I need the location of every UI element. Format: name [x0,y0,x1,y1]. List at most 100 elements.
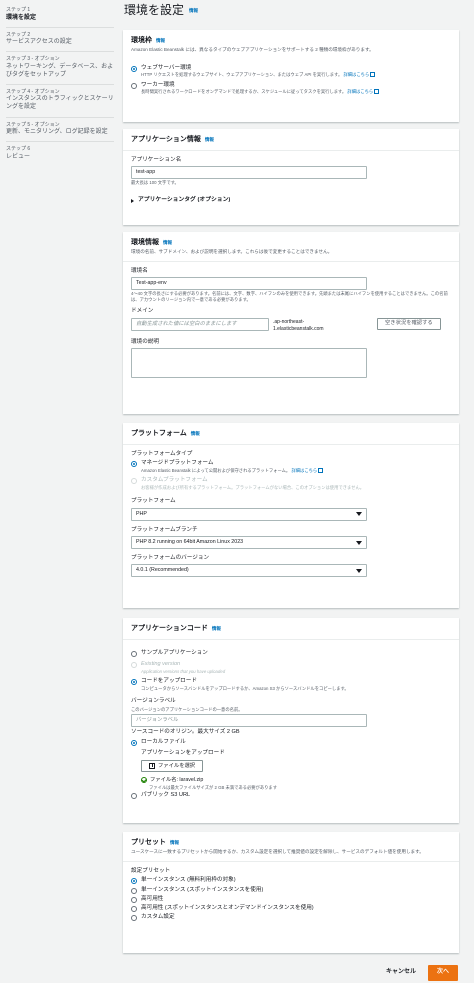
option-description: Amazon Elastic Beanstalk によって公開および保守されるプ… [141,467,291,473]
field-hint: このバージョンのアプリケーションコードの一意の名前。 [131,706,243,712]
panel-title: アプリケーションコード [131,625,208,632]
step-2[interactable]: ステップ 2 サービスアクセスの設定 [6,28,114,53]
info-link[interactable]: 情報 [189,8,198,14]
option-label: コードをアップロード [141,678,197,685]
field-label: プラットフォームブランチ [131,526,198,533]
info-link[interactable]: 情報 [156,38,165,44]
learn-more-link[interactable]: 詳細はこちら [347,89,373,94]
field-label: 環境の説明 [131,338,159,345]
option-label: 高可用性 [141,895,164,902]
file-name: ファイル名: laravel.zip [150,776,204,783]
option-label: 単一インスタンス (スポットインスタンスを使用) [141,886,264,893]
wizard-footer: キャンセル 次へ [386,965,458,981]
info-link[interactable]: 情報 [163,240,172,246]
panel-title: 環境情報 [131,239,159,246]
page-header: 環境を設定 情報 [123,0,459,22]
step-4[interactable]: ステップ 4 - オプション インスタンスのトラフィックとスケーリングを設定 [6,85,114,118]
select-value: PHP 8.2 running on 64bit Amazon Linux 20… [136,539,244,546]
preset-option[interactable]: 単一インスタンス (無料利用枠の対象) [131,877,451,885]
external-link-icon [370,72,376,78]
main-content: 環境を設定 情報 環境枠 情報 Amazon Elastic Beanstalk … [123,0,459,953]
platform-select[interactable]: PHP [131,507,367,521]
worker-option[interactable]: ワーカー環境 長時間実行されるワークロードをオンデマンドで処理するか、スケジュー… [131,82,451,95]
option-label: パブリック S3 URL [141,792,191,799]
option-description: コンピュータからソースバンドルをアップロードするか、Amazon S3 からソー… [141,685,349,691]
radio-unselected[interactable] [131,896,137,903]
field-label: アプリケーション名 [131,157,182,164]
radio-unselected[interactable] [131,651,137,658]
info-link[interactable]: 情報 [205,137,214,143]
option-label: サンプルアプリケーション [141,650,208,657]
environment-name-input[interactable]: Test-app-env [131,277,367,291]
radio-disabled [131,662,137,669]
environment-description-textarea[interactable] [131,348,367,379]
radio-selected[interactable] [131,679,137,686]
platform-branch-select[interactable]: PHP 8.2 running on 64bit Amazon Linux 20… [131,536,367,550]
radio-unselected[interactable] [131,887,137,894]
uploaded-file: ファイル名: laravel.zip [141,777,451,784]
cancel-button[interactable]: キャンセル [386,969,416,977]
field-label: プラットフォームのバージョン [131,555,210,562]
option-label: ローカルファイル [141,738,186,745]
panel-description: 環境の名前、サブドメイン、および説明を選択します。これらは後で変更することはでき… [131,249,333,255]
field-label: プラットフォームタイプ [131,451,193,458]
field-hint: 最大長は 100 文字です。 [131,180,179,186]
upload-code-option[interactable]: コードをアップロード コンピュータからソースバンドルをアップロードするか、Ama… [131,678,451,691]
radio-selected[interactable] [131,66,137,73]
radio-disabled [131,478,137,485]
info-link[interactable]: 情報 [191,431,200,437]
success-check-icon [141,777,147,784]
version-label-input[interactable]: バージョンラベル [131,714,367,728]
s3-url-option[interactable]: パブリック S3 URL [131,792,451,800]
platform-version-select[interactable]: 4.0.1 (Recommended) [131,564,367,578]
page-title: 環境を設定 [124,3,185,18]
application-tags-expander[interactable]: アプリケーションタグ (オプション) [131,197,451,205]
preset-option[interactable]: 単一インスタンス (スポットインスタンスを使用) [131,887,451,894]
radio-selected[interactable] [131,739,137,746]
check-availability-button[interactable]: 空き状況を確認する [377,317,441,330]
info-link[interactable]: 情報 [212,626,221,632]
local-file-option[interactable]: ローカルファイル [131,739,451,746]
info-link[interactable]: 情報 [170,840,179,846]
step-5[interactable]: ステップ 5 - オプション 更新、モニタリング、ログ記録を設定 [6,118,114,143]
radio-selected[interactable] [131,878,137,885]
step-title: ネットワーキング、データベース、およびタグをセットアップ [6,63,114,78]
preset-option[interactable]: 高可用性 (スポットインスタンスとオンデマンドインスタンスを使用) [131,905,451,913]
step-3[interactable]: ステップ 3 - オプション ネットワーキング、データベース、およびタグをセット… [6,52,114,85]
radio-selected[interactable] [131,461,137,468]
managed-platform-option[interactable]: マネージドプラットフォーム Amazon Elastic Beanstalk に… [131,460,451,473]
option-description: 長時間実行されるワークロードをオンデマンドで処理するか、スケジュールに従ってタス… [141,89,347,95]
next-button[interactable]: 次へ [427,965,458,981]
option-label: マネージドプラットフォーム [141,460,214,467]
select-value: 4.0.1 (Recommended) [136,567,189,574]
learn-more-link[interactable]: 詳細はこちら [343,72,369,77]
select-value: PHP [136,510,147,517]
caret-right-icon [131,198,134,203]
field-label: プラットフォーム [131,498,176,505]
learn-more-link[interactable]: 詳細はこちら [291,468,317,473]
panel-description: Amazon Elastic Beanstalk には、異なるタイプのウェブアプ… [131,47,374,53]
field-label: 設定プリセット [131,868,171,875]
application-name-input[interactable]: test-app [131,166,367,180]
field-label: 環境名 [131,268,148,275]
option-label: カスタムプラットフォーム [141,477,208,484]
option-description: HTTP リクエストを処理するウェブサイト、ウェブアプリケーション、またはウェブ… [141,72,343,78]
option-description: Application versions that you have uploa… [141,668,226,674]
radio-unselected[interactable] [131,915,137,922]
preset-option[interactable]: 高可用性 [131,896,451,903]
step-1[interactable]: ステップ 1 環境を設定 [6,3,114,28]
radio-unselected[interactable] [131,83,137,90]
preset-option[interactable]: カスタム設定 [131,914,451,922]
choose-file-button[interactable]: ファイルを選択 [141,760,204,773]
step-6[interactable]: ステップ 6 レビュー [6,142,114,166]
existing-version-option: Existing version Application versions th… [131,661,451,674]
domain-input[interactable]: 自動生成された値には空白のままにします [131,317,269,331]
radio-unselected[interactable] [131,906,137,913]
application-code-panel: アプリケーションコード 情報 サンプルアプリケーション Existing vers… [123,618,459,823]
expander-label: アプリケーションタグ (オプション) [138,196,231,203]
sample-application-option[interactable]: サンプルアプリケーション [131,650,451,658]
step-title: サービスアクセスの設定 [6,39,72,46]
step-title: インスタンスのトラフィックとスケーリングを設定 [6,96,114,111]
radio-unselected[interactable] [131,793,137,800]
web-server-option[interactable]: ウェブサーバー環境 HTTP リクエストを処理するウェブサイト、ウェブアプリケー… [131,65,451,78]
